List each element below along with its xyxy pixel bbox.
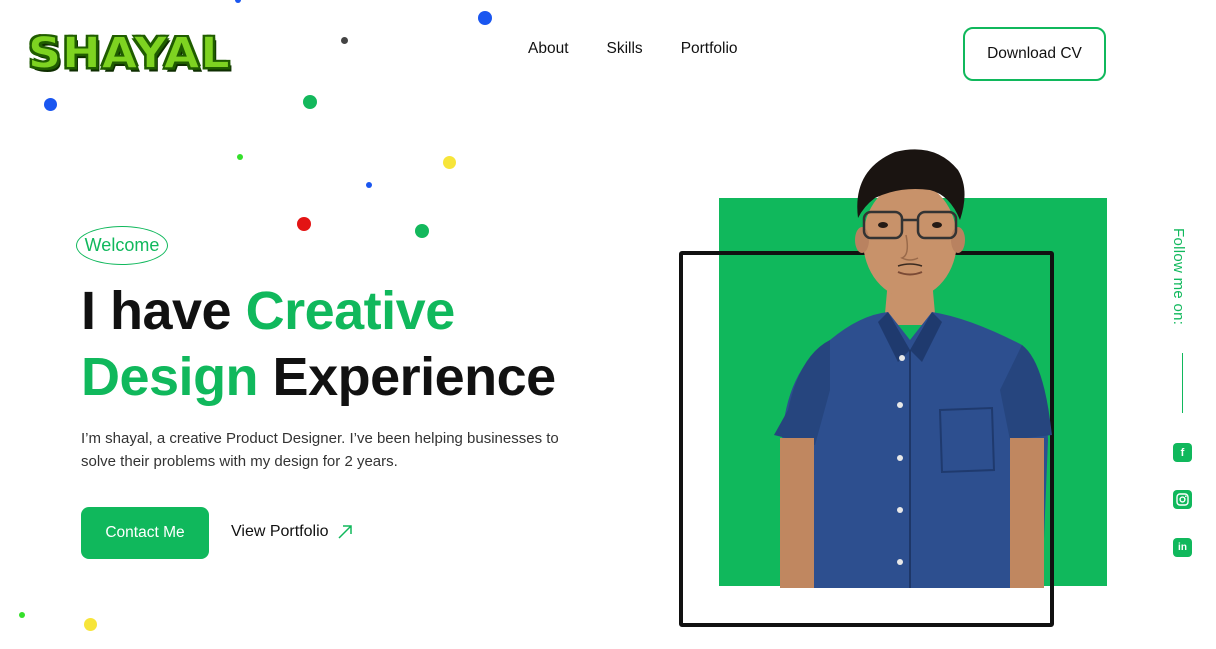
instagram-icon[interactable] (1173, 490, 1192, 509)
decor-dot (44, 98, 57, 111)
landing-page: SHAYAL About Skills Portfolio Download C… (0, 0, 1216, 649)
arrow-up-right-icon (338, 525, 352, 539)
hero-description: I’m shayal, a creative Product Designer.… (81, 430, 559, 470)
facebook-icon[interactable]: f (1173, 443, 1192, 462)
decor-dot (478, 11, 492, 25)
follow-me-label: Follow me on: (1170, 228, 1187, 326)
decor-dot (235, 0, 241, 3)
decor-dot (443, 156, 456, 169)
decor-dot (19, 612, 25, 618)
hero-headline: I have Creative Design Experience (81, 278, 556, 410)
contact-me-button[interactable]: Contact Me (81, 507, 209, 559)
decor-dot (237, 154, 243, 160)
decor-dot (303, 95, 317, 109)
view-portfolio-label: View Portfolio (231, 523, 329, 540)
nav-item-portfolio[interactable]: Portfolio (681, 40, 738, 58)
linkedin-icon[interactable]: in (1173, 538, 1192, 557)
welcome-badge: Welcome (76, 226, 168, 265)
follow-divider (1182, 353, 1183, 413)
instagram-glyph (1176, 493, 1189, 506)
decor-dot (297, 217, 311, 231)
decor-dot (84, 618, 97, 631)
decor-dot (366, 182, 372, 188)
view-portfolio-link[interactable]: View Portfolio (231, 523, 353, 541)
headline-text: I have (81, 281, 246, 341)
nav-item-skills[interactable]: Skills (607, 40, 643, 58)
brand-logo[interactable]: SHAYAL (28, 31, 231, 74)
decor-dot (341, 37, 348, 44)
profile-portrait (774, 149, 1052, 588)
headline-highlight: Design (81, 347, 259, 407)
main-nav: About Skills Portfolio (528, 40, 738, 58)
download-cv-button[interactable]: Download CV (963, 27, 1106, 81)
headline-highlight: Creative (245, 281, 456, 341)
decor-dot (415, 224, 429, 238)
headline-text: Experience (258, 347, 557, 407)
nav-item-about[interactable]: About (528, 40, 569, 58)
